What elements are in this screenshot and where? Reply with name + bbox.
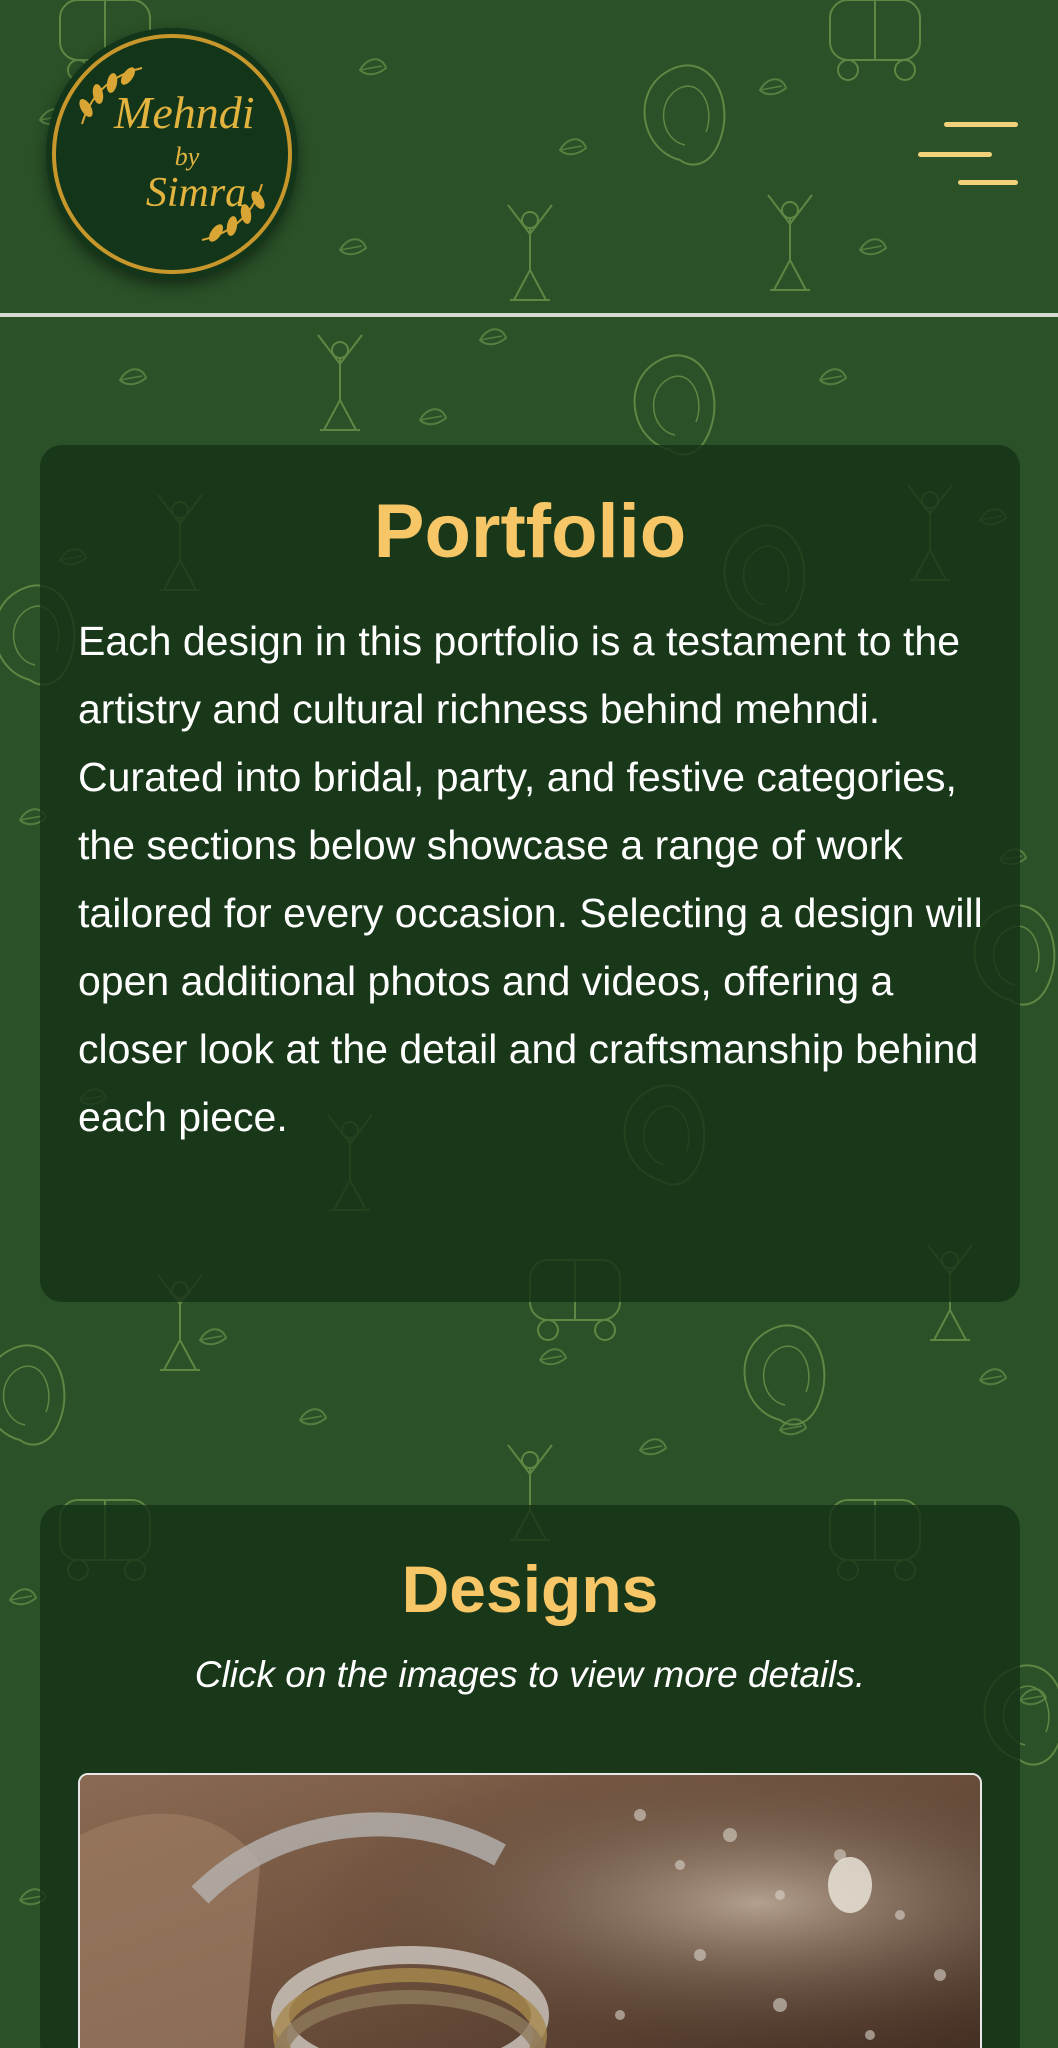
portfolio-section: Portfolio Each design in this portfolio …: [40, 445, 1020, 1302]
logo-line-mehndi: Mehndi: [114, 87, 255, 138]
hamburger-menu-icon[interactable]: [918, 122, 1018, 186]
designs-section: Designs Click on the images to view more…: [40, 1505, 1020, 2048]
logo-text: Mehndi by Simra: [46, 28, 298, 280]
portfolio-description: Each design in this portfolio is a testa…: [78, 618, 983, 1140]
designs-subtitle: Click on the images to view more details…: [194, 1654, 866, 1695]
logo-line-simra: Simra: [145, 170, 247, 216]
design-photo: [80, 1775, 980, 2048]
design-thumbnail[interactable]: [78, 1773, 982, 2048]
site-logo[interactable]: Mehndi by Simra: [46, 28, 298, 280]
designs-title: Designs: [401, 1552, 659, 1626]
header-divider: [0, 313, 1058, 317]
portfolio-title: Portfolio: [373, 489, 687, 574]
site-header: Mehndi by Simra: [0, 0, 1058, 316]
